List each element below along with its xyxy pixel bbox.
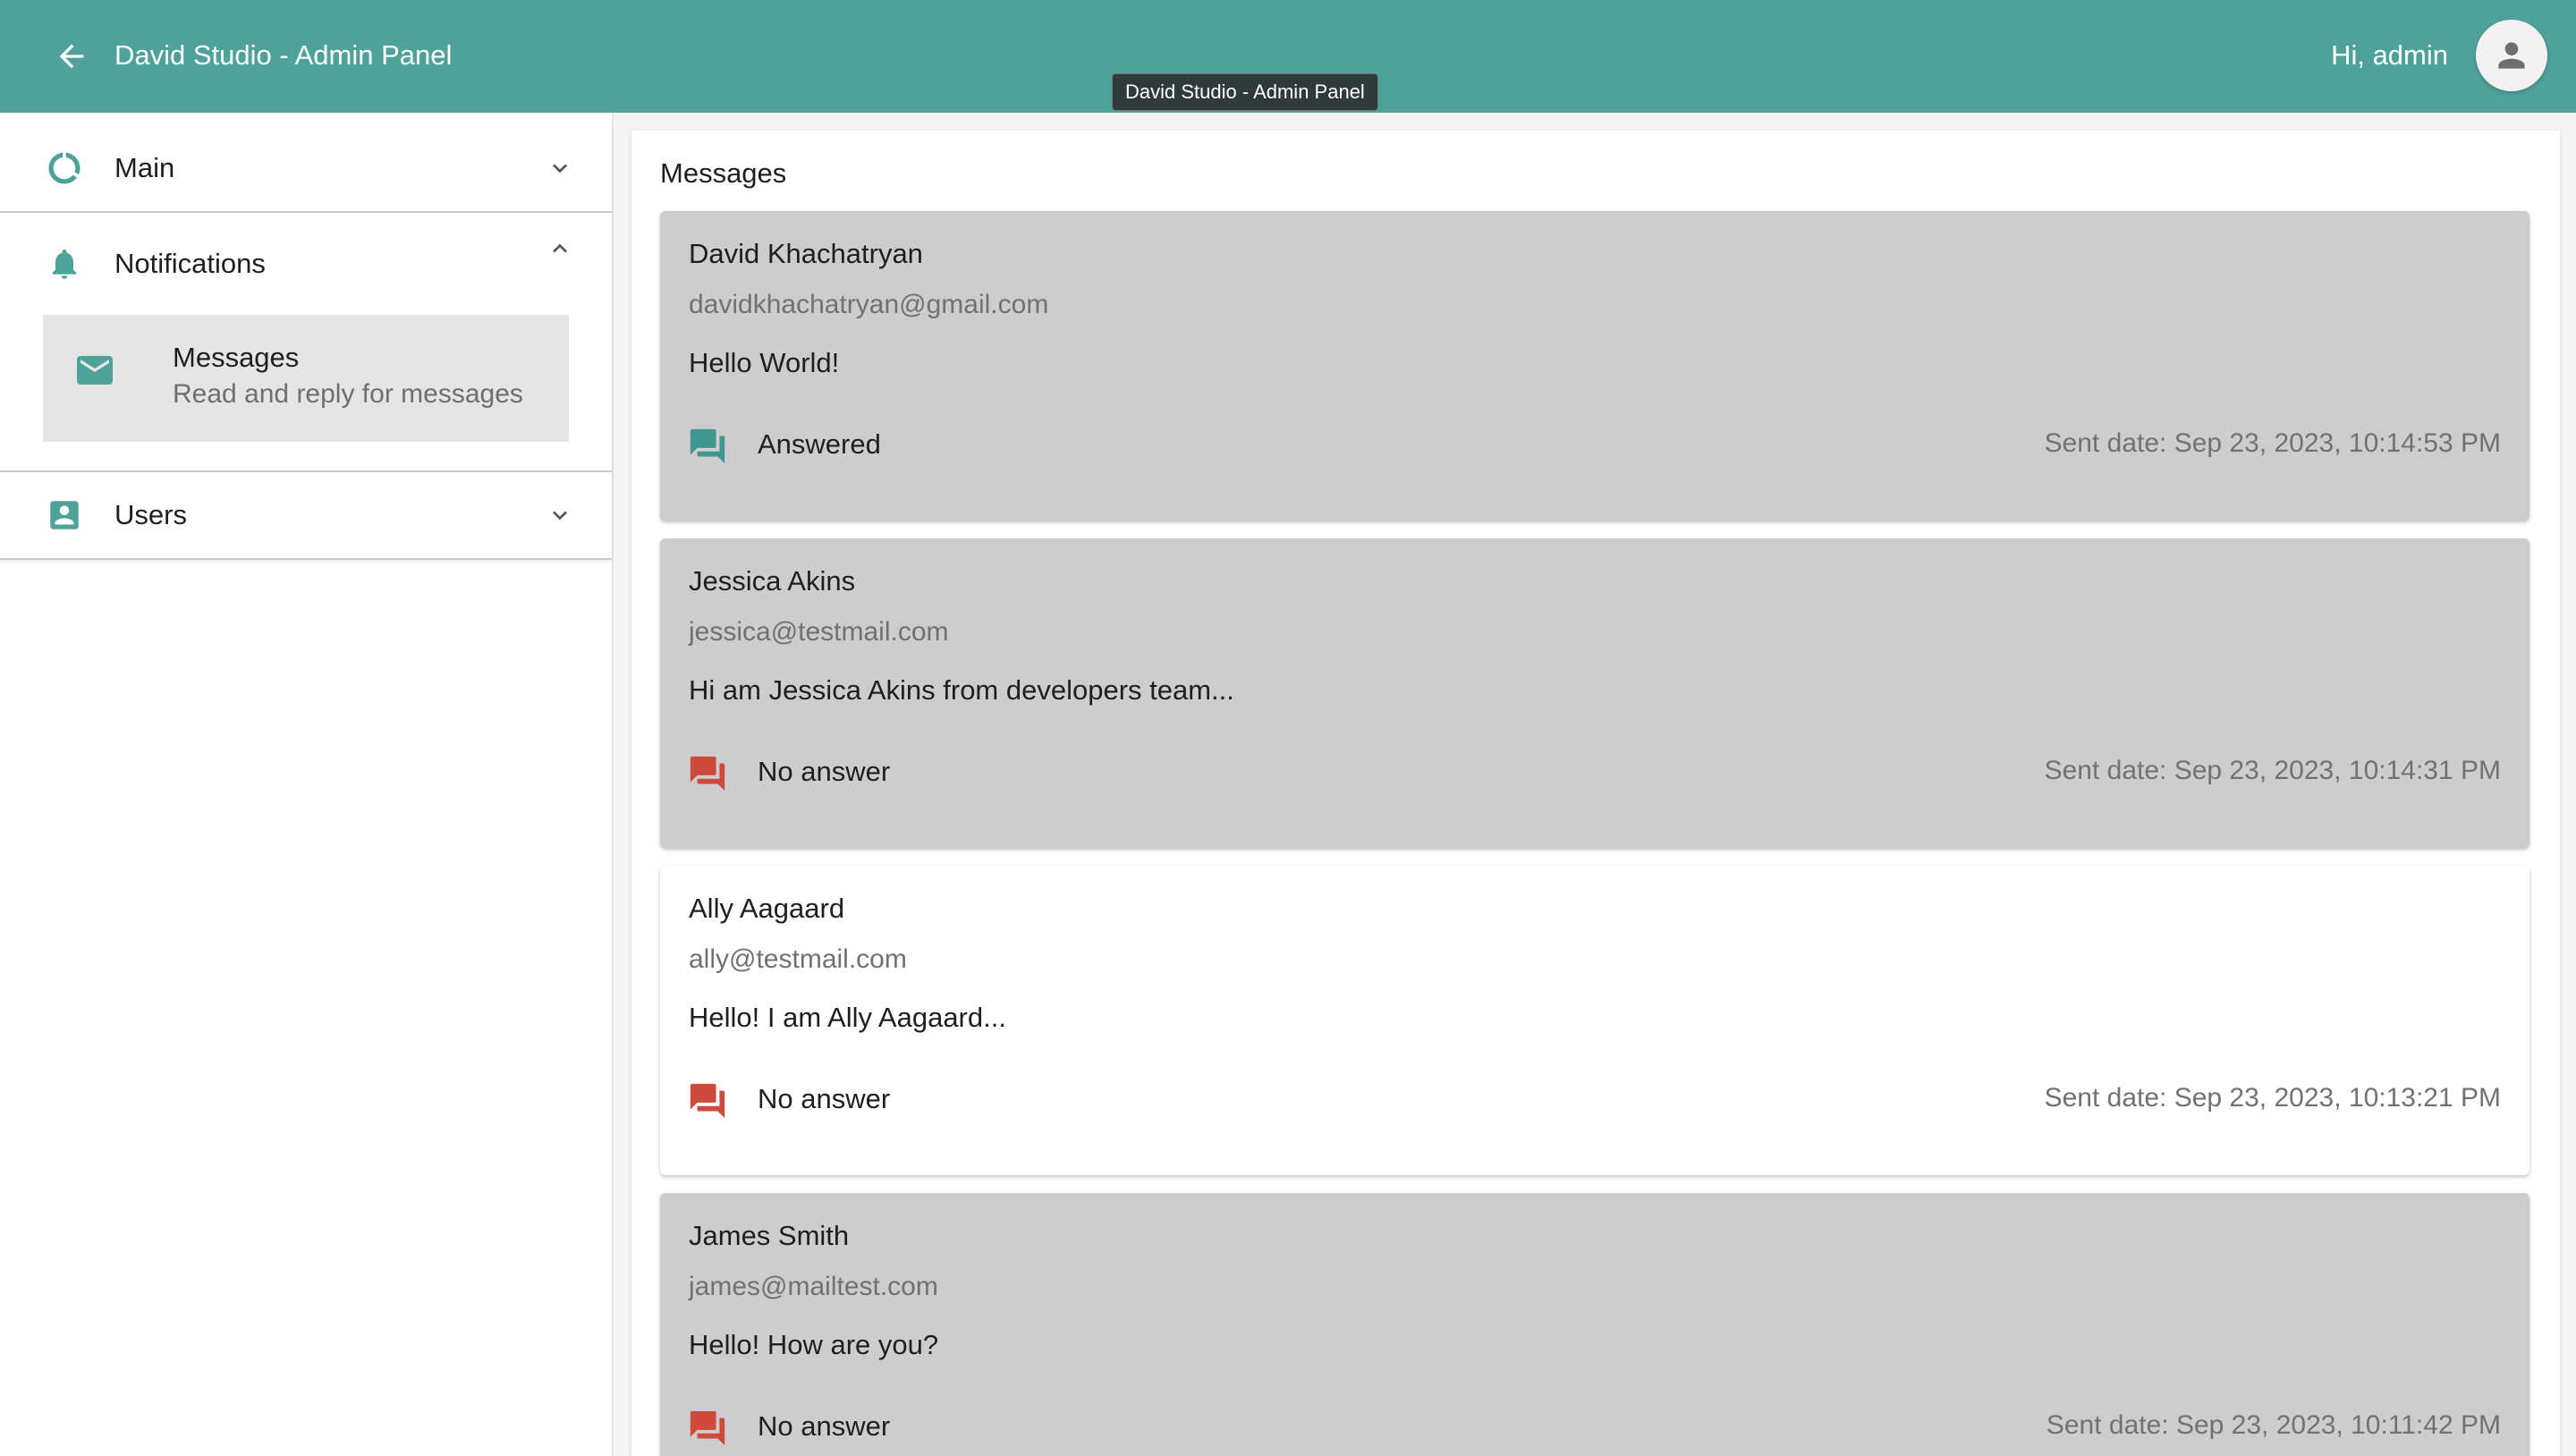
forum-icon <box>690 1410 725 1446</box>
chevron-down-icon[interactable] <box>546 501 574 529</box>
sidebar-item-notifications-label: Notifications <box>114 248 266 279</box>
app-title: David Studio - Admin Panel <box>114 39 453 71</box>
mail-icon <box>73 349 116 396</box>
sidebar-item-users-label: Users <box>114 499 187 530</box>
sidebar-item-main-label: Main <box>114 152 175 183</box>
arrow-left-icon <box>59 44 84 69</box>
forum-icon <box>690 1083 725 1119</box>
account-box-icon <box>45 495 84 535</box>
forum-icon <box>690 428 725 464</box>
sidebar-section-main: Main <box>0 125 612 213</box>
message-sender-email: ally@testmail.com <box>689 944 907 974</box>
user-avatar-button[interactable] <box>2476 20 2547 91</box>
user-greeting: Hi, admin <box>2331 39 2448 71</box>
sidebar-subitem-title: Messages <box>173 342 300 373</box>
messages-panel: Messages David Khachatryan davidkhachatr… <box>631 131 2560 1456</box>
person-icon <box>2498 42 2525 69</box>
message-status: No answer <box>758 1083 891 1114</box>
message-card[interactable]: James Smith james@mailtest.com Hello! Ho… <box>660 1193 2529 1456</box>
sidebar-subitem-description: Read and reply for messages <box>173 379 523 409</box>
message-text: Hi am Jessica Akins from developers team… <box>689 674 1234 706</box>
message-sender-email: james@mailtest.com <box>689 1272 938 1301</box>
donut-chart-icon <box>45 148 84 188</box>
message-sent-date: Sent date: Sep 23, 2023, 10:11:42 PM <box>2046 1410 2501 1440</box>
message-sender-name: David Khachatryan <box>689 238 923 269</box>
chevron-up-icon[interactable] <box>546 234 574 263</box>
page-title: Messages <box>660 157 787 189</box>
message-sender-email: davidkhachatryan@gmail.com <box>689 290 1049 319</box>
message-status: No answer <box>758 1410 891 1442</box>
back-button[interactable] <box>45 30 98 83</box>
message-text: Hello! I am Ally Aagaard... <box>689 1002 1006 1033</box>
message-status: Answered <box>758 428 881 460</box>
message-sent-date: Sent date: Sep 23, 2023, 10:13:21 PM <box>2044 1083 2501 1113</box>
message-sender-name: Ally Aagaard <box>689 893 845 924</box>
message-card[interactable]: David Khachatryan davidkhachatryan@gmail… <box>660 211 2529 521</box>
sidebar-section-notifications: Notifications Messages Read and reply fo… <box>0 213 612 472</box>
sidebar-item-main[interactable]: Main <box>0 125 612 211</box>
bell-icon <box>45 244 84 284</box>
message-sender-email: jessica@testmail.com <box>689 617 949 647</box>
message-text: Hello World! <box>689 347 840 378</box>
sidebar-item-notifications[interactable]: Notifications <box>0 213 612 315</box>
forum-icon <box>690 756 725 791</box>
message-sent-date: Sent date: Sep 23, 2023, 10:14:53 PM <box>2044 428 2501 458</box>
message-status: No answer <box>758 756 891 787</box>
sidebar: Main Notifications Messages Read and rep… <box>0 113 614 1456</box>
chevron-down-icon[interactable] <box>546 154 574 182</box>
message-card[interactable]: Jessica Akins jessica@testmail.com Hi am… <box>660 538 2529 848</box>
message-text: Hello! How are you? <box>689 1329 939 1360</box>
sidebar-subitem-messages[interactable]: Messages Read and reply for messages <box>43 315 569 442</box>
title-tooltip: David Studio - Admin Panel <box>1112 73 1378 111</box>
message-sender-name: Jessica Akins <box>689 565 856 597</box>
message-sender-name: James Smith <box>689 1220 850 1251</box>
message-sent-date: Sent date: Sep 23, 2023, 10:14:31 PM <box>2044 756 2501 785</box>
message-card[interactable]: Ally Aagaard ally@testmail.com Hello! I … <box>660 866 2529 1175</box>
sidebar-item-users[interactable]: Users <box>0 472 612 558</box>
sidebar-section-users: Users <box>0 472 612 560</box>
